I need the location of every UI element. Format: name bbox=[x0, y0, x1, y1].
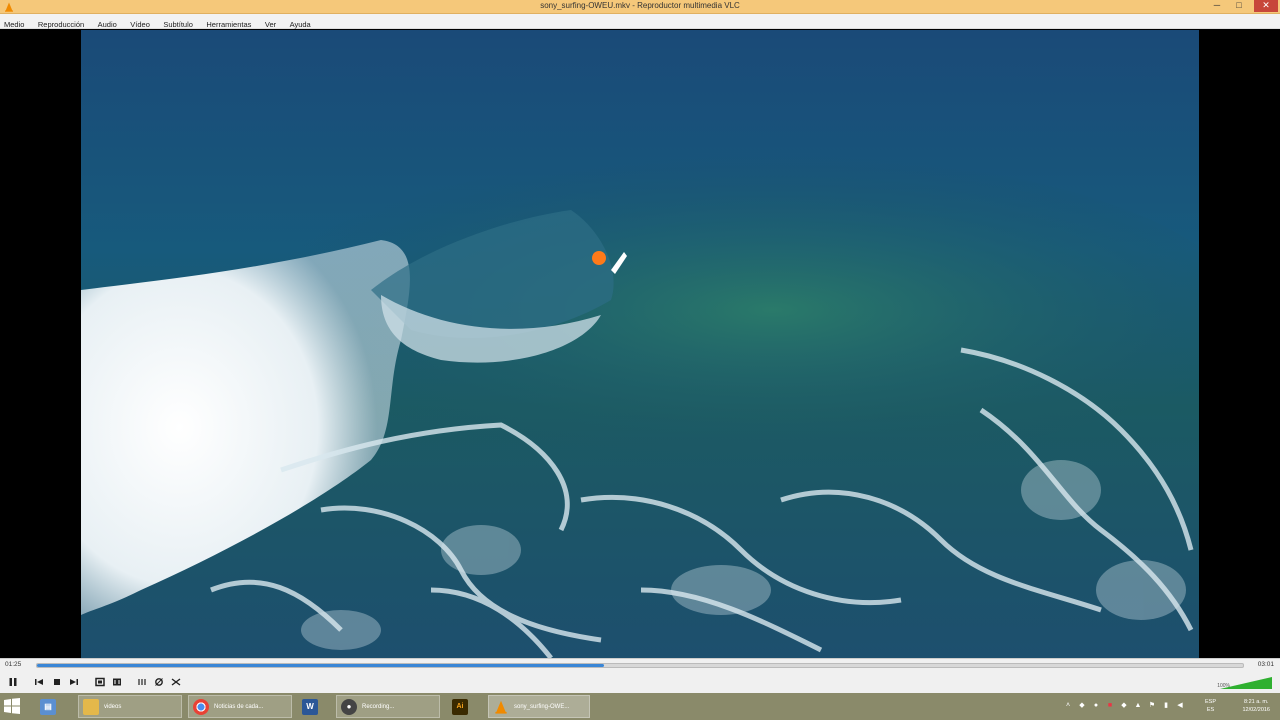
system-tray: ˄ ◆ ● ■ ◆ ▲ ⚑ ▮ ◀ ESP ES 8:21 a. m. 12/0… bbox=[1060, 693, 1280, 720]
menu-bar: Medio Reproducción Audio Vídeo Subtítulo… bbox=[0, 14, 1280, 29]
next-icon bbox=[70, 679, 78, 685]
menu-audio[interactable]: Audio bbox=[94, 17, 121, 29]
menu-subtitulo[interactable]: Subtítulo bbox=[159, 17, 197, 29]
language-indicator[interactable]: ESP ES bbox=[1205, 698, 1216, 714]
stop-icon bbox=[54, 679, 60, 685]
taskbar-item-label: sony_surfing-OWE... bbox=[514, 703, 570, 710]
menu-herramientas[interactable]: Herramientas bbox=[202, 17, 255, 29]
tray-app-icon[interactable]: ◆ bbox=[1120, 702, 1128, 710]
shuffle-button[interactable] bbox=[169, 675, 183, 689]
taskbar-item-vlc[interactable]: sony_surfing-OWE... bbox=[488, 695, 590, 718]
language-code: ESP bbox=[1204, 699, 1216, 705]
surfer-figure bbox=[592, 251, 606, 265]
chrome-icon bbox=[193, 698, 209, 715]
previous-icon bbox=[35, 679, 43, 685]
taskbar-item-chrome[interactable]: Noticias de cada... bbox=[188, 695, 292, 718]
previous-button[interactable] bbox=[32, 675, 46, 689]
taskbar-item-label: videos bbox=[104, 703, 122, 710]
title-bar: sony_surfing-OWEU.mkv - Reproductor mult… bbox=[0, 0, 1280, 14]
taskbar: ▤ videos Noticias de cada... W ● Recordi… bbox=[0, 693, 1280, 720]
time-total[interactable]: 03:01 bbox=[1258, 661, 1274, 668]
time-elapsed[interactable]: 01:25 bbox=[5, 661, 21, 668]
playlist-button[interactable] bbox=[135, 675, 149, 689]
window-title: sony_surfing-OWEU.mkv - Reproductor mult… bbox=[540, 1, 740, 10]
menu-video[interactable]: Vídeo bbox=[126, 17, 154, 29]
clock[interactable]: 8:21 a. m. 12/02/2016 bbox=[1242, 698, 1270, 714]
seek-bar[interactable] bbox=[36, 663, 1244, 668]
taskbar-item-label: Recording... bbox=[362, 703, 395, 710]
taskbar-item-recording[interactable]: ● Recording... bbox=[336, 695, 440, 718]
taskbar-item-file-explorer[interactable]: ▤ bbox=[36, 695, 72, 718]
maximize-button[interactable]: □ bbox=[1226, 0, 1252, 12]
taskbar-item-word[interactable]: W bbox=[298, 695, 328, 718]
stop-button[interactable] bbox=[50, 675, 64, 689]
menu-medio[interactable]: Medio bbox=[0, 17, 28, 29]
taskbar-item-label: Noticias de cada... bbox=[214, 703, 264, 710]
seek-bar-progress bbox=[37, 664, 604, 667]
fullscreen-button[interactable] bbox=[93, 675, 107, 689]
shuffle-icon bbox=[171, 678, 181, 686]
menu-ver[interactable]: Ver bbox=[261, 17, 280, 29]
playback-controls: 01:25 03:01 100% bbox=[0, 658, 1280, 693]
language-sub: ES bbox=[1206, 707, 1215, 713]
next-button[interactable] bbox=[67, 675, 81, 689]
tray-app-icon[interactable]: ▲ bbox=[1134, 702, 1142, 710]
video-frame[interactable] bbox=[81, 30, 1199, 658]
tray-app-icon[interactable]: ■ bbox=[1106, 702, 1114, 710]
clock-date: 12/02/2016 bbox=[1242, 707, 1270, 713]
close-button[interactable]: ✕ bbox=[1254, 0, 1278, 12]
illustrator-icon: Ai bbox=[452, 698, 468, 715]
extended-settings-button[interactable] bbox=[110, 675, 124, 689]
video-image bbox=[81, 30, 1199, 658]
fullscreen-icon bbox=[95, 677, 105, 687]
extended-settings-icon bbox=[113, 678, 121, 686]
volume-percent: 100% bbox=[1217, 683, 1230, 689]
pause-button[interactable] bbox=[5, 674, 21, 690]
loop-icon bbox=[155, 678, 163, 686]
speaker-icon[interactable]: ◀ bbox=[1176, 702, 1184, 710]
tray-app-icon[interactable]: ◆ bbox=[1078, 702, 1086, 710]
taskbar-item-illustrator[interactable]: Ai bbox=[448, 695, 478, 718]
file-explorer-icon: ▤ bbox=[40, 698, 56, 715]
playlist-icon bbox=[138, 679, 146, 685]
clock-time: 8:21 a. m. bbox=[1244, 699, 1269, 705]
video-area[interactable] bbox=[0, 30, 1280, 658]
tray-app-icon[interactable]: ● bbox=[1092, 702, 1100, 710]
vlc-icon bbox=[493, 699, 509, 715]
folder-icon bbox=[83, 698, 99, 715]
word-icon: W bbox=[302, 698, 318, 715]
flag-icon[interactable]: ⚑ bbox=[1148, 702, 1156, 710]
windows-start-icon[interactable] bbox=[4, 698, 20, 714]
recorder-icon: ● bbox=[341, 698, 357, 715]
chevron-up-icon[interactable]: ˄ bbox=[1064, 702, 1072, 710]
menu-reproduccion[interactable]: Reproducción bbox=[34, 17, 88, 29]
pause-icon bbox=[9, 678, 17, 686]
menu-ayuda[interactable]: Ayuda bbox=[286, 17, 315, 29]
network-icon[interactable]: ▮ bbox=[1162, 702, 1170, 710]
taskbar-item-videos[interactable]: videos bbox=[78, 695, 182, 718]
loop-button[interactable] bbox=[152, 675, 166, 689]
